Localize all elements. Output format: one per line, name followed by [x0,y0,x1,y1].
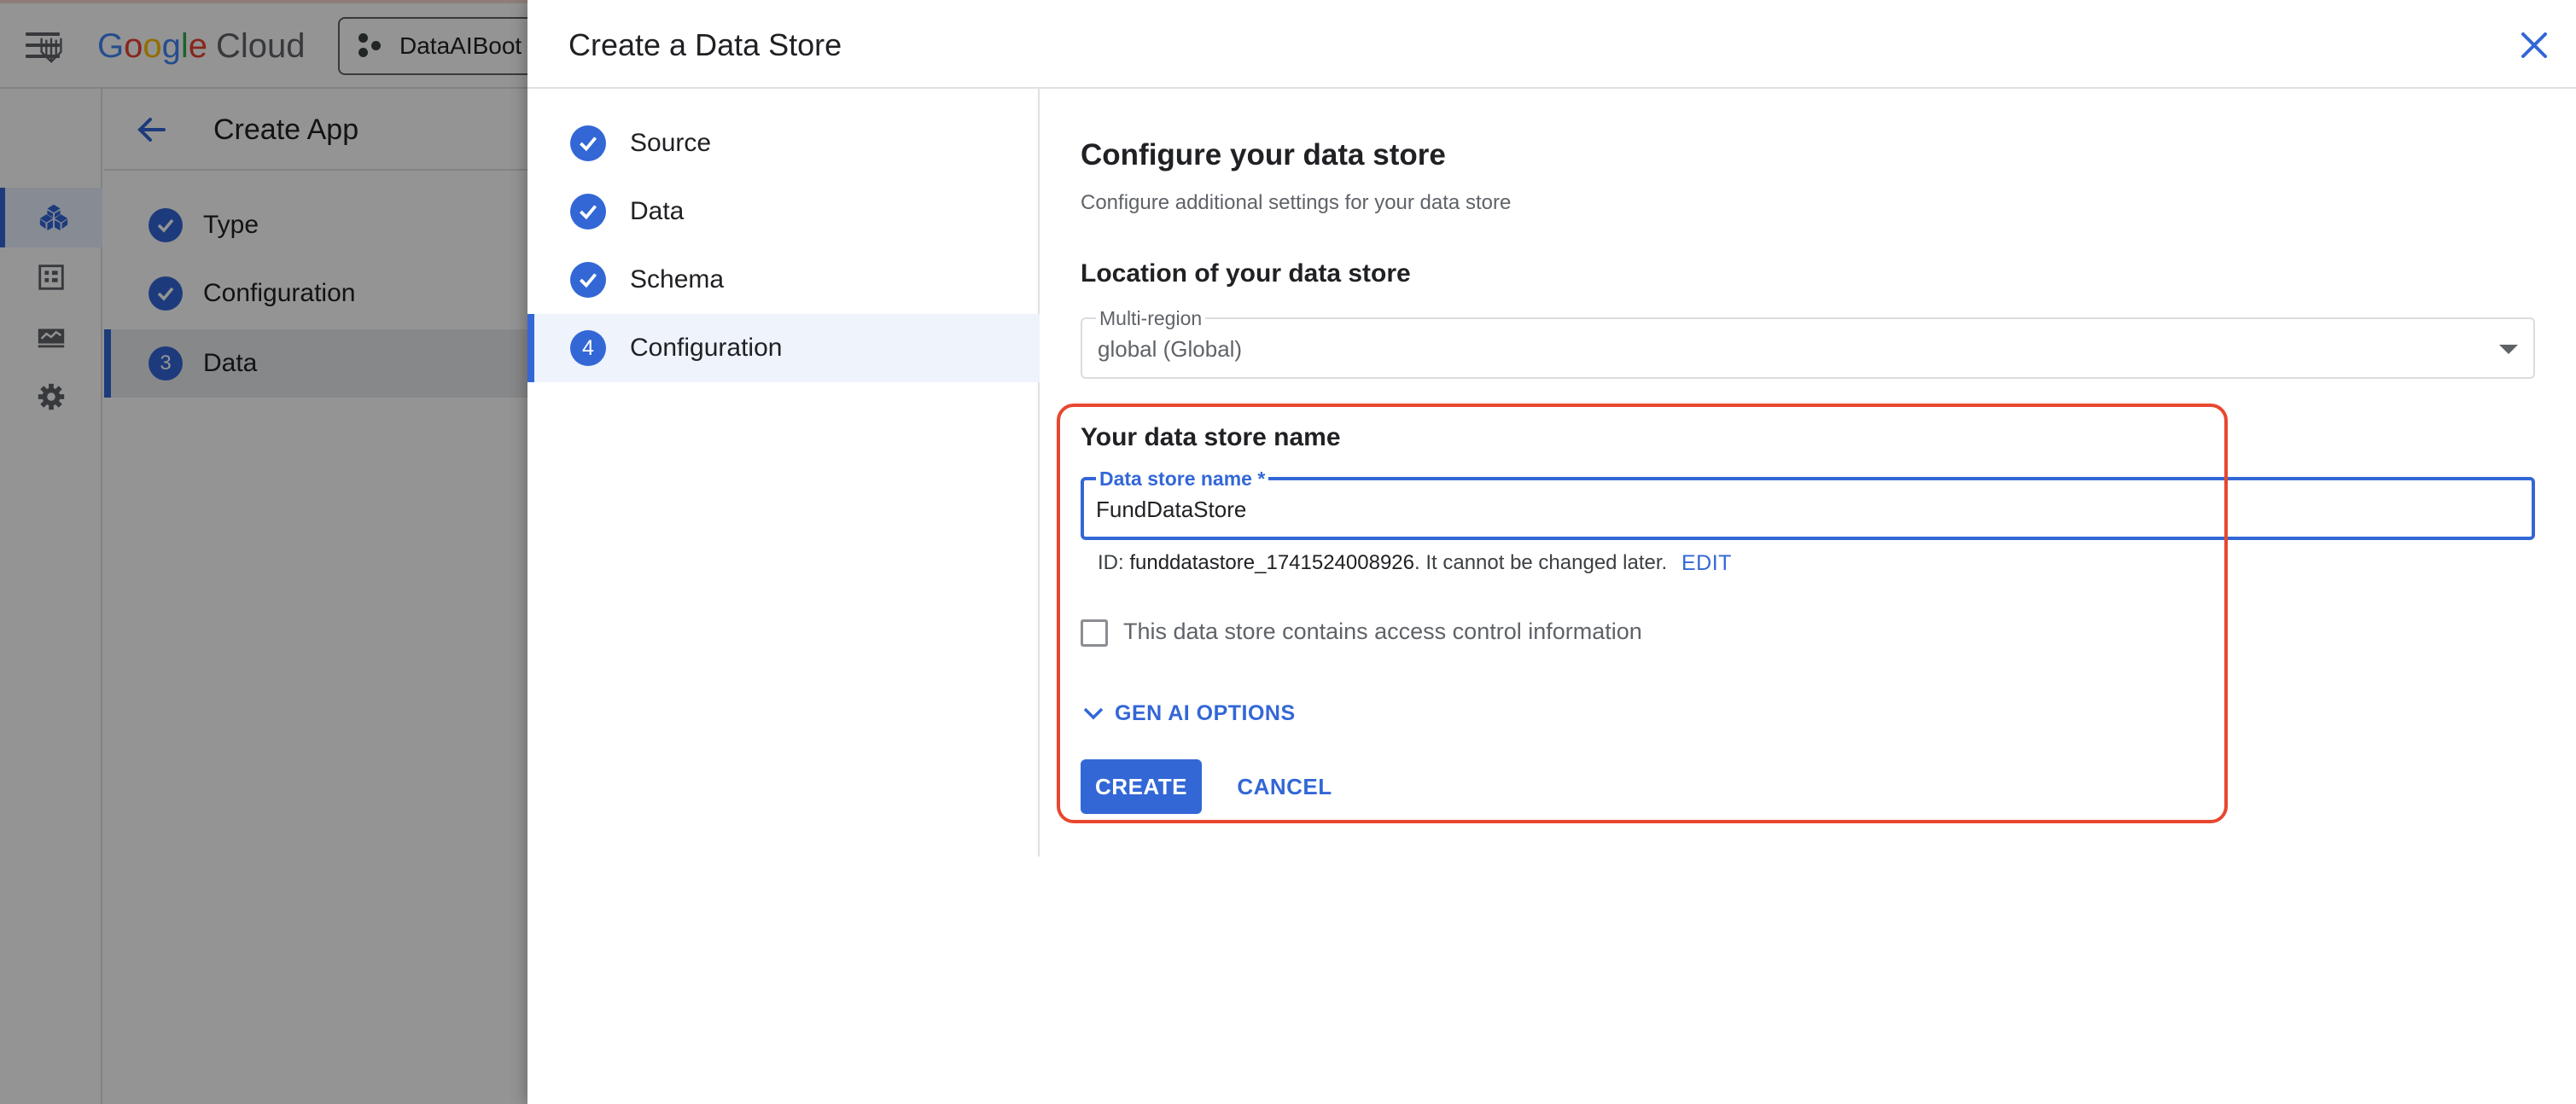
location-title: Location of your data store [1081,259,1411,288]
multi-region-label: Multi-region [1096,307,1206,329]
multi-region-select[interactable]: Multi-region global (Global) [1081,307,2535,379]
wizard-step-label: Source [630,129,712,157]
highlight-annotation [1057,404,2228,823]
wizard-step-source[interactable]: Source [527,109,1040,177]
dialog-title: Create a Data Store [568,27,842,62]
step-number-badge: 4 [570,330,606,366]
dialog-header: Create a Data Store [527,0,2576,89]
check-circle-icon [570,125,606,161]
wizard-step-schema[interactable]: Schema [527,246,1040,314]
wizard-step-label: Schema [630,265,725,293]
wizard-step-data[interactable]: Data [527,177,1040,246]
wizard-step-configuration[interactable]: 4 Configuration [527,314,1040,382]
dialog-stepper: Source Data Schema 4 Configuration [527,89,1040,857]
multi-region-value: global (Global) [1098,336,1243,362]
close-icon[interactable] [2515,26,2554,65]
section-title: Configure your data store [1081,138,1446,171]
check-circle-icon [570,194,606,230]
wizard-step-label: Data [630,197,685,225]
check-circle-icon [570,262,606,298]
create-data-store-dialog: Create a Data Store Source Data Schema 4… [527,0,2576,1104]
dropdown-arrow-icon [2499,345,2518,354]
wizard-step-label: Configuration [630,334,783,362]
section-subtitle: Configure additional settings for your d… [1081,191,1512,214]
